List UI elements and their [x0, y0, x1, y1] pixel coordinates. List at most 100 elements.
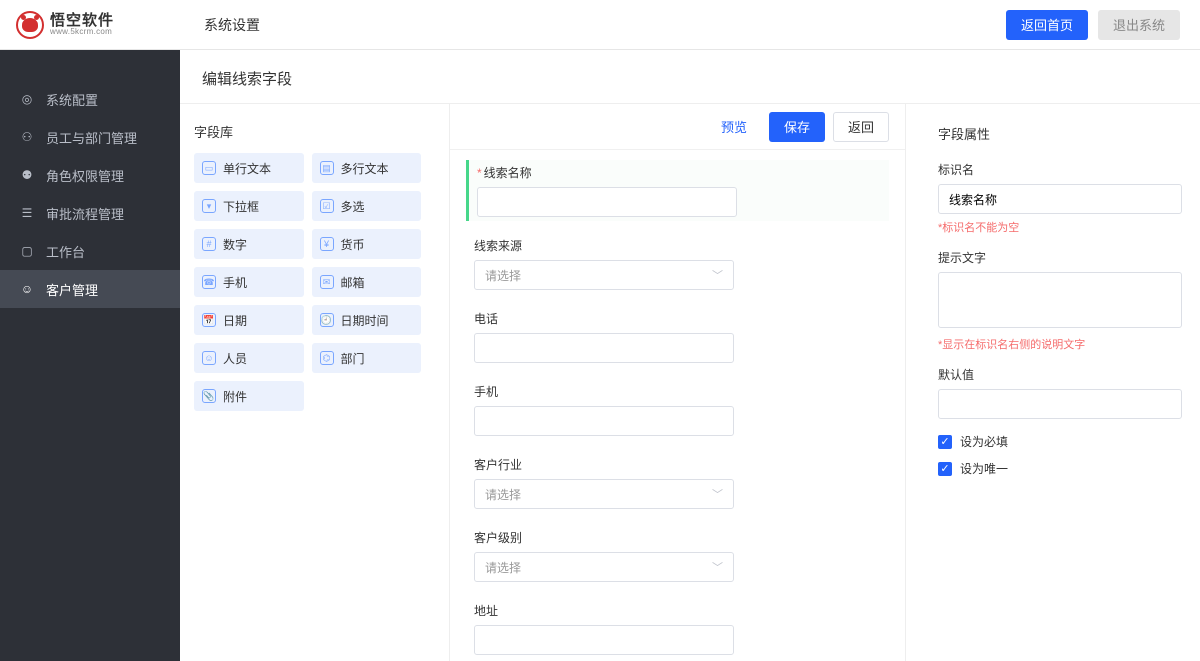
logo-text-en: www.5kcrm.com	[50, 28, 114, 36]
field-type-label: 下拉框	[223, 198, 259, 215]
default-label: 默认值	[938, 366, 1182, 383]
sidebar-item-0[interactable]: ◎ 系统配置	[0, 80, 180, 118]
field-type-item[interactable]: ▾下拉框	[194, 191, 304, 221]
field-type-icon: ▤	[320, 161, 334, 175]
preview-button[interactable]: 预览	[707, 112, 761, 142]
field-type-item[interactable]: 📎附件	[194, 381, 304, 411]
default-input[interactable]	[938, 389, 1182, 419]
identifier-input[interactable]	[938, 184, 1182, 214]
field-type-icon: #	[202, 237, 216, 251]
back-home-button[interactable]: 返回首页	[1006, 10, 1088, 40]
gear-icon: ◎	[20, 92, 34, 106]
checkbox-icon: ✓	[938, 462, 952, 476]
sidebar-item-label: 系统配置	[46, 90, 98, 109]
required-checkbox-label: 设为必填	[960, 433, 1008, 450]
chevron-down-icon: ﹀	[712, 486, 723, 502]
sidebar-item-3[interactable]: ☰ 审批流程管理	[0, 194, 180, 232]
tip-input[interactable]	[938, 272, 1182, 328]
select-placeholder: 请选择	[485, 267, 521, 284]
required-asterisk: *	[477, 166, 482, 180]
field-type-item[interactable]: 🕘日期时间	[312, 305, 422, 335]
properties-heading: 字段属性	[938, 116, 1182, 143]
field-input[interactable]	[477, 187, 737, 217]
form-field[interactable]: 客户行业请选择 ﹀	[466, 452, 889, 513]
logo: 悟空软件 www.5kcrm.com	[0, 11, 180, 39]
required-checkbox[interactable]: ✓ 设为必填	[938, 433, 1182, 450]
field-label: 线索来源	[474, 237, 885, 254]
field-type-label: 日期时间	[341, 312, 389, 329]
field-type-label: 日期	[223, 312, 247, 329]
field-type-label: 邮箱	[341, 274, 365, 291]
form-field[interactable]: 电话	[466, 306, 889, 367]
field-library-heading: 字段库	[194, 122, 421, 141]
user-key-icon: ⚉	[20, 168, 34, 182]
field-type-item[interactable]: ✉ 邮箱	[312, 267, 422, 297]
field-type-label: 人员	[223, 350, 247, 367]
save-button[interactable]: 保存	[769, 112, 825, 142]
users-icon: ⚇	[20, 130, 34, 144]
field-label: 地址	[474, 602, 885, 619]
form-field[interactable]: 手机	[466, 379, 889, 440]
page-title: 编辑线索字段	[180, 50, 1200, 104]
identifier-label: 标识名	[938, 161, 1182, 178]
field-type-item[interactable]: ▤ 多行文本	[312, 153, 422, 183]
form-field[interactable]: *线索名称	[466, 160, 889, 221]
form-field[interactable]: 客户级别请选择﹀	[466, 525, 889, 586]
header-title: 系统设置	[180, 15, 260, 35]
unique-checkbox-label: 设为唯一	[960, 460, 1008, 477]
field-input[interactable]	[474, 333, 734, 363]
sidebar: ◎ 系统配置 ⚇员工与部门管理 ⚉ 角色权限管理 ☰ 审批流程管理 ▢工作台 ☺ 客户管理	[0, 50, 180, 661]
field-type-icon: 📅	[202, 313, 216, 327]
field-input[interactable]	[474, 625, 734, 655]
field-select[interactable]: 请选择 ﹀	[474, 479, 734, 509]
tip-label: 提示文字	[938, 249, 1182, 266]
field-type-item[interactable]: ▭单行文本	[194, 153, 304, 183]
form-field[interactable]: 地址	[466, 598, 889, 659]
field-label: 客户级别	[474, 529, 885, 546]
field-type-icon: ✉	[320, 275, 334, 289]
field-input[interactable]	[474, 406, 734, 436]
back-button[interactable]: 返回	[833, 112, 889, 142]
unique-checkbox[interactable]: ✓ 设为唯一	[938, 460, 1182, 477]
form-field[interactable]: 线索来源请选择 ﹀	[466, 233, 889, 294]
tip-hint: 显示在标识名右侧的说明文字	[938, 336, 1182, 352]
header: 悟空软件 www.5kcrm.com 系统设置 返回首页 退出系统	[0, 0, 1200, 50]
field-type-icon: ▭	[202, 161, 216, 175]
form-canvas-panel: 预览 保存 返回 *线索名称线索来源请选择﹀电话手机客户行业请选择﹀客户级别请选…	[449, 104, 906, 661]
field-type-label: 数字	[223, 236, 247, 253]
field-select[interactable]: 请选择﹀	[474, 552, 734, 582]
select-placeholder: 请选择	[485, 486, 521, 503]
select-placeholder: 请选择	[485, 559, 521, 576]
identifier-hint: 标识名不能为空	[938, 219, 1182, 235]
field-label: *线索名称	[477, 164, 885, 181]
field-label: 手机	[474, 383, 885, 400]
logout-button[interactable]: 退出系统	[1098, 10, 1180, 40]
customer-icon: ☺	[20, 282, 34, 296]
field-type-item[interactable]: ☺人员	[194, 343, 304, 373]
field-select[interactable]: 请选择 ﹀	[474, 260, 734, 290]
sidebar-item-label: 角色权限管理	[46, 166, 124, 185]
field-type-item[interactable]: ¥货币	[312, 229, 422, 259]
sidebar-item-2[interactable]: ⚉ 角色权限管理	[0, 156, 180, 194]
field-type-label: 多行文本	[341, 160, 389, 177]
field-label: 客户行业	[474, 456, 885, 473]
sidebar-item-5[interactable]: ☺ 客户管理	[0, 270, 180, 308]
field-type-item[interactable]: 📅 日期	[194, 305, 304, 335]
sidebar-item-label: 工作台	[46, 242, 85, 261]
logo-icon	[16, 11, 44, 39]
sidebar-item-1[interactable]: ⚇员工与部门管理	[0, 118, 180, 156]
field-type-item[interactable]: ☑多选	[312, 191, 422, 221]
sidebar-item-label: 审批流程管理	[46, 204, 124, 223]
field-type-item[interactable]: ⌬部门	[312, 343, 422, 373]
field-type-icon: ⌬	[320, 351, 334, 365]
sidebar-item-label: 客户管理	[46, 280, 98, 299]
properties-panel: 字段属性 标识名 标识名不能为空 提示文字 显示在标识名右侧的说明文字 默认值	[920, 104, 1200, 661]
field-type-label: 附件	[223, 388, 247, 405]
chevron-down-icon: ﹀	[712, 267, 723, 283]
field-type-icon: ☑	[320, 199, 334, 213]
field-type-item[interactable]: ☎手机	[194, 267, 304, 297]
flow-icon: ☰	[20, 206, 34, 220]
field-type-item[interactable]: # 数字	[194, 229, 304, 259]
logo-text-cn: 悟空软件	[50, 13, 114, 28]
sidebar-item-4[interactable]: ▢工作台	[0, 232, 180, 270]
